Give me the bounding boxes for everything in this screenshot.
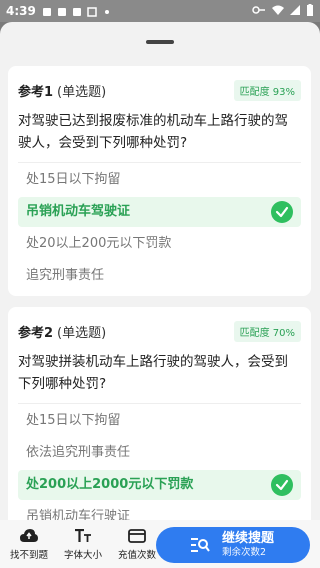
card-type: (单选题) [57,84,107,100]
notification-icon [87,6,97,17]
match-badge: 匹配度 70% [233,320,301,342]
battery-icon [306,3,314,19]
search-list-icon [190,536,210,558]
not-found-button[interactable]: 找不到题 [4,528,54,561]
option: 处15日以下拘留 [26,172,121,187]
option-label: 吊销机动车驾驶证 [26,204,131,219]
status-bar: 4:39 [0,0,320,22]
question-text: 对驾驶拼装机动车上路行驶的驾驶人，会受到下列哪种处罚? [18,354,288,392]
tool-label: 字体大小 [63,549,102,561]
card-header: 参考2 (单选题) 匹配度 70% [18,317,301,345]
notification-icon [72,6,82,16]
font-size-button[interactable]: 字体大小 [58,528,108,561]
tool-label: 找不到题 [9,549,48,561]
option-label: 处200以上2000元以下罚款 [26,477,194,492]
signal-icon [290,4,300,18]
result-card: 参考1 (单选题) 匹配度 93% 对驾驶已达到报废标准的机动车上路行驶的驾驶人… [8,66,311,296]
drag-handle[interactable] [146,40,174,44]
recharge-button[interactable]: 充值次数 [112,528,162,561]
option-correct: 处200以上2000元以下罚款 [18,470,301,500]
question-text: 对驾驶已达到报废标准的机动车上路行驶的驾驶人，会受到下列哪种处罚? [18,113,288,151]
notification-icon [57,6,67,16]
check-icon [271,201,293,223]
cloud-upload-icon [20,528,38,544]
result-card: 参考2 (单选题) 匹配度 70% 对驾驶拼装机动车上路行驶的驾驶人，会受到下列… [8,307,311,547]
option-correct: 吊销机动车驾驶证 [18,197,301,227]
notification-icon [42,6,52,16]
continue-label: 继续搜题 [222,531,275,546]
result-sheet: 参考1 (单选题) 匹配度 93% 对驾驶已达到报废标准的机动车上路行驶的驾驶人… [0,22,320,568]
tool-label: 充值次数 [117,549,156,561]
card-header: 参考1 (单选题) 匹配度 93% [18,76,301,104]
dot-icon [102,6,112,16]
option: 追究刑事责任 [26,268,105,283]
match-badge: 匹配度 93% [233,79,301,101]
option: 处15日以下拘留 [26,413,121,428]
option: 依法追究刑事责任 [26,445,131,460]
card-title: 参考1 [18,84,54,100]
remaining-count: 剩余次数2 [222,547,267,558]
card-icon [128,528,146,544]
divider [18,403,301,404]
option: 处20以上200元以下罚款 [26,236,172,251]
key-icon [252,4,266,18]
divider [18,162,301,163]
check-icon [271,474,293,496]
wifi-icon [272,4,284,18]
continue-search-button[interactable]: 继续搜题 剩余次数2 [156,527,310,563]
font-size-icon [74,528,92,544]
status-time: 4:39 [6,4,36,18]
card-type: (单选题) [57,325,107,341]
card-title: 参考2 [18,325,54,341]
